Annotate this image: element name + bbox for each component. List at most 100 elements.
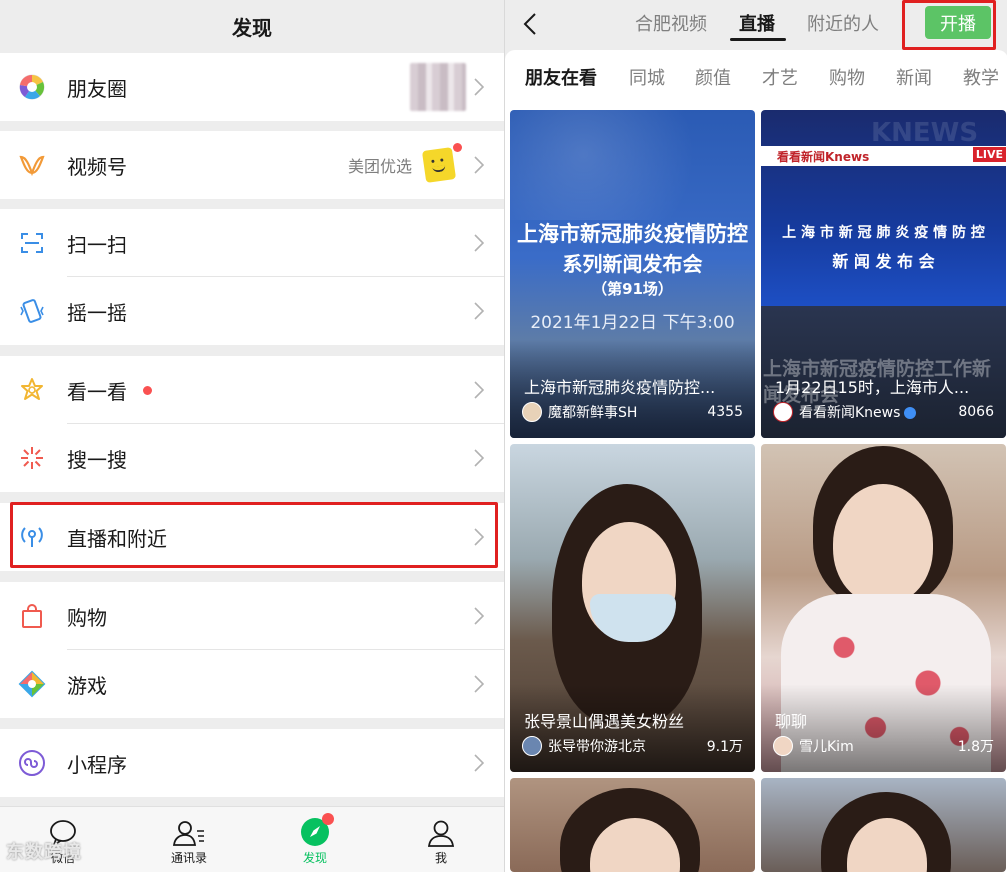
person-icon xyxy=(427,820,455,847)
moments-label: 朋友圈 xyxy=(67,76,127,101)
category-friends-watching[interactable]: 朋友在看 xyxy=(525,64,597,90)
card-meta: 张导带你游北京 9.1万 xyxy=(522,736,743,756)
category-looks[interactable]: 颜值 xyxy=(695,64,731,90)
moments-thumbnail xyxy=(410,63,466,111)
tab-discover[interactable]: 发现 xyxy=(252,807,378,872)
chevron-right-icon xyxy=(474,156,484,174)
tab-label: 通讯录 xyxy=(170,851,207,865)
live-badge: LIVE xyxy=(972,147,1006,162)
avatar xyxy=(773,736,793,756)
scan-row[interactable]: 扫一扫 xyxy=(0,209,504,277)
category-local[interactable]: 同城 xyxy=(629,64,665,90)
search-icon xyxy=(21,447,43,469)
moments-row[interactable]: 朋友圈 xyxy=(0,53,504,121)
poster-datetime: 2021年1月22日 下午3:00 xyxy=(530,313,735,333)
avatar xyxy=(773,402,793,422)
group-moments: 朋友圈 xyxy=(0,53,504,121)
poster-session: （第91场） xyxy=(592,280,673,298)
tab-label: 我 xyxy=(434,851,447,865)
mini-programs-row[interactable]: 小程序 xyxy=(0,729,504,797)
games-label: 游戏 xyxy=(67,673,107,698)
live-feed: 朋友在看 同城 颜值 才艺 购物 新闻 教学 上海市新冠肺炎疫情防控 系列新闻发… xyxy=(505,50,1007,872)
card-title: 1月22日15时，上海市人... xyxy=(775,378,970,397)
contacts-icon xyxy=(172,821,204,846)
tab-contacts[interactable]: 通讯录 xyxy=(126,807,252,872)
tab-me[interactable]: 我 xyxy=(378,807,504,872)
card-meta: 看看新闻Knews 8066 xyxy=(773,402,994,422)
poster-brand: 看看新闻Knews xyxy=(777,150,870,164)
top-stories-row[interactable]: 看一看 xyxy=(0,356,504,424)
poster-bg-text: KNEWS xyxy=(871,118,979,148)
tab-people-nearby[interactable]: 附近的人 xyxy=(807,10,879,36)
live-page: 合肥视频 直播 附近的人 开播 朋友在看 同城 颜值 才艺 购物 新闻 教学 上… xyxy=(504,0,1007,872)
poster-subtitle: 系列新闻发布会 xyxy=(562,252,703,276)
chevron-right-icon xyxy=(474,302,484,320)
chevron-right-icon xyxy=(474,234,484,252)
group-scan-shake: 扫一扫 摇一摇 xyxy=(0,209,504,345)
chevron-right-icon xyxy=(474,754,484,772)
card-views: 4355 xyxy=(707,404,743,420)
card-views: 1.8万 xyxy=(957,739,994,755)
card-author: 雪儿Kim xyxy=(799,739,854,755)
top-stories-label: 看一看 xyxy=(67,379,127,404)
category-news[interactable]: 新闻 xyxy=(896,64,932,90)
card-title: 聊聊 xyxy=(775,712,808,731)
tab-live[interactable]: 直播 xyxy=(739,10,775,36)
mini-programs-icon xyxy=(19,750,45,776)
card-author: 张导带你游北京 xyxy=(548,739,646,755)
category-shopping[interactable]: 购物 xyxy=(829,64,865,90)
card-views: 9.1万 xyxy=(706,739,743,755)
card-views: 8066 xyxy=(958,404,994,420)
card-meta: 魔都新鲜事SH 4355 xyxy=(522,402,743,422)
poster-title: 上海市新冠肺炎疫情防控 xyxy=(517,222,748,246)
tab-city-videos[interactable]: 合肥视频 xyxy=(635,10,707,36)
chevron-right-icon xyxy=(474,675,484,693)
games-row[interactable]: 游戏 xyxy=(0,650,504,718)
live-card[interactable]: 聊聊 雪儿Kim 1.8万 xyxy=(761,444,1006,772)
shake-row[interactable]: 摇一摇 xyxy=(0,277,504,345)
search-row[interactable]: 搜一搜 xyxy=(0,424,504,492)
category-teaching[interactable]: 教学 xyxy=(963,64,999,90)
card-author: 魔都新鲜事SH xyxy=(548,405,638,421)
chevron-right-icon xyxy=(474,381,484,399)
category-talent[interactable]: 才艺 xyxy=(762,64,798,90)
channels-subtitle: 美团优选 xyxy=(347,157,412,176)
shake-icon xyxy=(20,299,44,323)
channels-red-dot xyxy=(453,143,462,152)
mini-programs-label: 小程序 xyxy=(67,752,127,777)
group-mini-programs: 小程序 xyxy=(0,729,504,797)
poster-subtitle: 新 闻 发 布 会 xyxy=(832,252,935,271)
scan-icon xyxy=(21,233,43,253)
card-title: 张导景山偶遇美女粉丝 xyxy=(524,712,685,731)
discover-page: 发现 朋友圈 视频号 美团优选 扫一扫 摇一摇 看一看 搜一搜 直播和附近 购物… xyxy=(0,0,504,872)
live-card[interactable]: 张导景山偶遇美女粉丝 张导带你游北京 9.1万 xyxy=(510,444,755,772)
games-icon xyxy=(18,670,46,698)
channels-icon xyxy=(19,155,45,177)
live-card[interactable] xyxy=(510,778,755,872)
avatar xyxy=(522,402,542,422)
chevron-right-icon xyxy=(474,78,484,96)
channels-row[interactable]: 视频号 美团优选 xyxy=(0,131,504,199)
highlight-box xyxy=(10,502,498,568)
group-channels: 视频号 美团优选 xyxy=(0,131,504,199)
discover-red-dot xyxy=(322,813,334,825)
search-label: 搜一搜 xyxy=(67,447,127,472)
group-top-stories: 看一看 搜一搜 xyxy=(0,356,504,492)
shopping-bag-icon xyxy=(22,604,42,628)
category-tabs: 朋友在看 同城 颜值 才艺 购物 新闻 教学 xyxy=(505,64,1007,92)
page-title: 发现 xyxy=(0,0,504,52)
live-card[interactable]: KNEWS 看看新闻Knews LIVE 上 海 市 新 冠 肺 炎 疫 情 防… xyxy=(761,110,1006,438)
poster-title: 上 海 市 新 冠 肺 炎 疫 情 防 控 xyxy=(782,225,985,241)
shopping-label: 购物 xyxy=(67,605,107,630)
back-arrow-icon[interactable] xyxy=(523,12,537,36)
live-card[interactable]: 上海市新冠肺炎疫情防控 系列新闻发布会 （第91场） 2021年1月22日 下午… xyxy=(510,110,755,438)
active-tab-indicator xyxy=(730,38,786,41)
shopping-row[interactable]: 购物 xyxy=(0,582,504,650)
live-card[interactable] xyxy=(761,778,1006,872)
chevron-right-icon xyxy=(474,607,484,625)
moments-icon xyxy=(19,74,45,100)
tab-label: 发现 xyxy=(302,851,327,865)
channels-label: 视频号 xyxy=(67,154,127,179)
top-stories-red-dot xyxy=(143,386,152,395)
channels-avatar xyxy=(421,147,457,183)
